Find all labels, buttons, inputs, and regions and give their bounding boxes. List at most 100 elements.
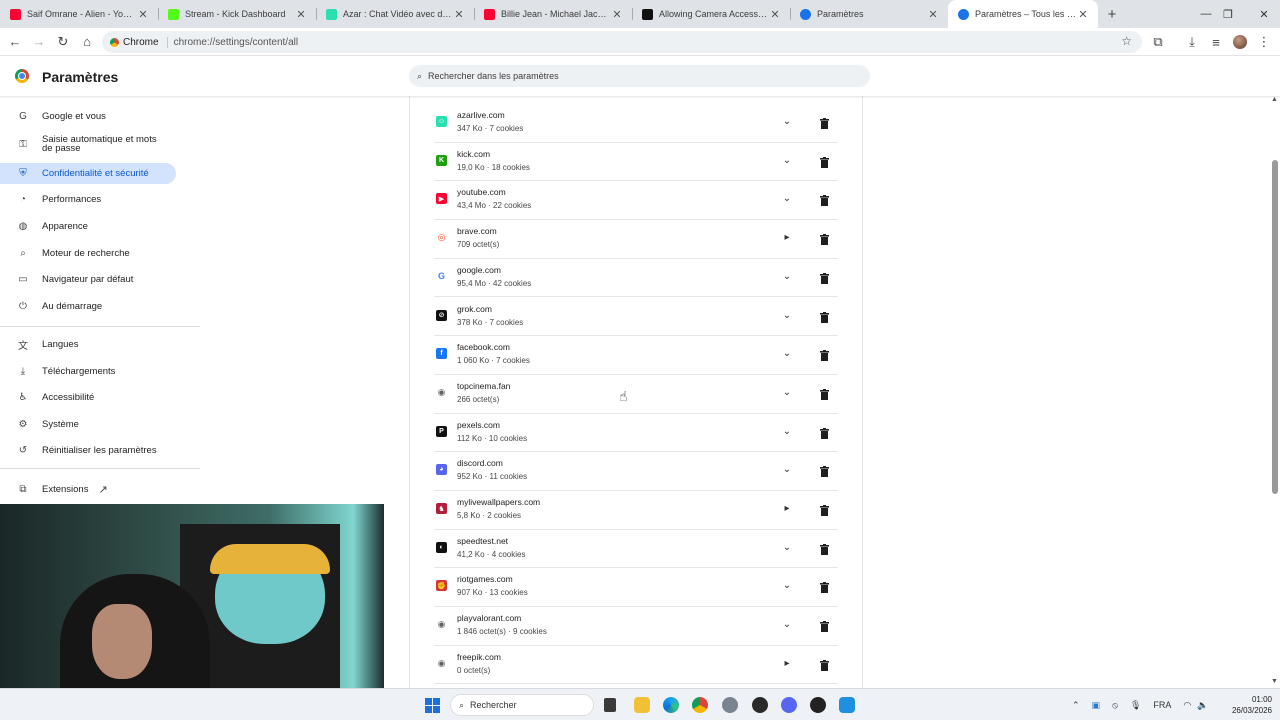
reload-icon[interactable]: ↻ [51,30,75,54]
site-row[interactable]: ▶ youtube.com 43,4 Mo · 22 cookies ⌄ [434,181,838,221]
trash-icon[interactable] [820,155,829,168]
chevron-up-icon[interactable]: ⌃ [1072,700,1080,711]
trash-icon[interactable] [820,348,829,362]
site-row[interactable]: ⊘ grok.com 378 Ko · 7 cookies ⌄ [434,298,838,337]
openai-taskbar-icon[interactable] [810,697,826,713]
sidebar-item[interactable]: ⛨ Confidentialité et sécurité [0,163,176,184]
chevron-down-icon[interactable]: ⌄ [780,542,794,553]
browser-tab[interactable]: Paramètres ✕ [790,0,948,28]
trash-icon[interactable] [820,426,829,439]
scrollbar-thumb[interactable] [1272,160,1278,494]
chevron-down-icon[interactable]: ⌄ [780,426,794,437]
chevron-down-icon[interactable]: ⌄ [780,271,794,282]
site-row[interactable]: Kkick.com 19,0 Ko · 18 cookies ⌄ [434,143,838,182]
sidebar-item[interactable]: ♿ Accessibilité [0,387,176,408]
restore-icon[interactable]: ❐ [1214,0,1242,28]
sidebar-item[interactable]: 文 Langues [0,334,176,355]
taskbar-search-input[interactable]: ⌕ Rechercher [450,694,594,716]
photos-taskbar-icon[interactable] [839,697,855,713]
sidebar-item[interactable]: ⚙ Système [0,414,176,435]
site-row[interactable]: ✊ riotgames.com 907 Ko · 13 cookies ⌄ [434,568,838,608]
close-icon[interactable]: ✕ [610,8,624,21]
microphone-icon[interactable]: 🎙 [1130,700,1141,711]
scroll-down-icon[interactable]: ▼ [1271,678,1278,685]
site-info-chip[interactable]: Chrome [110,36,168,48]
home-icon[interactable]: ⌂ [75,30,99,54]
clock[interactable]: 01:00 26/03/2026 [1212,694,1272,716]
chevron-down-icon[interactable]: ⌄ [780,348,794,359]
reading-list-icon[interactable]: ≡ [1204,30,1228,54]
trash-icon[interactable] [820,464,829,478]
trash-icon[interactable] [820,542,829,555]
browser-tab[interactable]: Allowing Camera Access on De✕ [632,0,790,28]
browser-tab[interactable]: Billie Jean - Michael Jackson (L✕ [474,0,632,28]
tray-app-icon[interactable]: ▣ [1092,700,1101,711]
trash-icon[interactable] [820,193,829,207]
edge-icon[interactable] [663,697,679,713]
site-row[interactable]: ◉ playvalorant.com 1 846 octet(s) · 9 cook… [434,607,838,646]
site-row[interactable]: ◉ freepik.com 0 octet(s) ▸ [434,646,838,685]
chevron-down-icon[interactable]: ⌄ [780,619,794,630]
windows-start-icon[interactable] [425,698,440,713]
sidebar-item[interactable]: ◍ Apparence [0,216,176,237]
trash-icon[interactable] [820,580,829,594]
close-icon[interactable]: ✕ [452,8,466,21]
site-row[interactable]: ◕ discord.com 952 Ko · 11 cookies ⌄ [434,452,838,491]
site-row[interactable]: ◐ speedtest.net 41,2 Ko · 4 cookies ⌄ [434,530,838,569]
chevron-down-icon[interactable]: ⌄ [780,464,794,475]
site-row[interactable]: ◉ topcinema.fan 266 octet(s) ⌄ [434,375,838,414]
trash-icon[interactable] [820,387,829,400]
close-icon[interactable]: ✕ [926,8,940,21]
browser-tab[interactable]: Paramètres – Tous les sites ✕ [948,0,1098,28]
chevron-down-icon[interactable]: ⌄ [780,580,794,591]
chevron-down-icon[interactable]: ⌄ [780,387,794,398]
discord-taskbar-icon[interactable] [781,697,797,713]
wifi-icon[interactable]: ◠ [1183,700,1191,711]
site-row[interactable]: Ggoogle.com 95,4 Mo · 42 cookies ⌄ [434,259,838,298]
language-indicator[interactable]: FRA [1153,700,1171,710]
file-explorer-icon[interactable] [634,697,650,713]
app-taskbar-icon[interactable] [752,697,768,713]
site-row[interactable]: Ppexels.com 112 Ko · 10 cookies ⌄ [434,414,838,453]
site-row[interactable]: ♞ mylivewallpapers.com 5,8 Ko · 2 cookies ▸ [434,491,838,530]
forward-icon[interactable]: → [27,30,51,54]
close-icon[interactable]: ✕ [136,8,150,21]
bookmark-star-icon[interactable]: ☆ [1121,34,1132,48]
chevron-right-icon[interactable]: ▸ [780,232,794,243]
browser-tab[interactable]: Stream - Kick Dashboard ✕ [158,0,316,28]
trash-icon[interactable] [820,116,829,129]
settings-search-input[interactable]: ⌕ Rechercher dans les paramètres [409,65,870,87]
site-row[interactable]: f facebook.com 1 060 Ko · 7 cookies ⌄ [434,336,838,375]
scroll-up-icon[interactable]: ▲ [1271,96,1278,103]
back-icon[interactable]: ← [3,30,27,54]
close-icon[interactable]: ✕ [768,8,782,21]
sidebar-item[interactable]: ⧉ Extensions ↗ [0,479,176,500]
close-window-icon[interactable]: ✕ [1250,0,1278,28]
trash-icon[interactable] [820,503,829,516]
chevron-right-icon[interactable]: ▸ [780,503,794,514]
profile-avatar[interactable] [1228,30,1252,54]
url-text[interactable]: chrome://settings/content/all [174,37,299,48]
chevron-down-icon[interactable]: ⌄ [780,193,794,204]
task-view-icon[interactable] [604,698,616,712]
site-row[interactable]: ☺ azarlive.com 347 Ko · 7 cookies ⌄ [434,104,838,143]
browser-tab[interactable]: Azar : Chat Vidéo avec de nouv✕ [316,0,474,28]
network-icon[interactable]: ⦸ [1112,700,1118,711]
extensions-icon[interactable]: ⧉ [1146,30,1170,54]
sidebar-item[interactable]: ▭ Navigateur par défaut [0,269,176,290]
chevron-down-icon[interactable]: ⌄ [780,116,794,127]
chevron-right-icon[interactable]: ▸ [780,658,794,669]
sidebar-item[interactable]: ◔ Performances [0,189,176,210]
sidebar-item[interactable]: G Google et vous [0,106,176,127]
site-row[interactable]: ◎ brave.com 709 octet(s) ▸ [434,220,838,259]
sidebar-item[interactable]: ↺ Réinitialiser les paramètres [0,440,176,461]
chevron-down-icon[interactable]: ⌄ [780,310,794,321]
new-tab-icon[interactable]: + [1098,0,1126,28]
volume-icon[interactable]: 🔈 [1197,700,1208,711]
menu-icon[interactable]: ⋮ [1252,30,1276,54]
downloads-icon[interactable]: ⤓ [1180,30,1204,54]
sidebar-item[interactable]: ⚿ Saisie automatique et mots de passe [0,132,176,156]
chrome-taskbar-icon[interactable] [692,697,708,713]
browser-tab[interactable]: Saif Omrane - Alien - YouTube✕ [0,0,158,28]
trash-icon[interactable] [820,271,829,284]
